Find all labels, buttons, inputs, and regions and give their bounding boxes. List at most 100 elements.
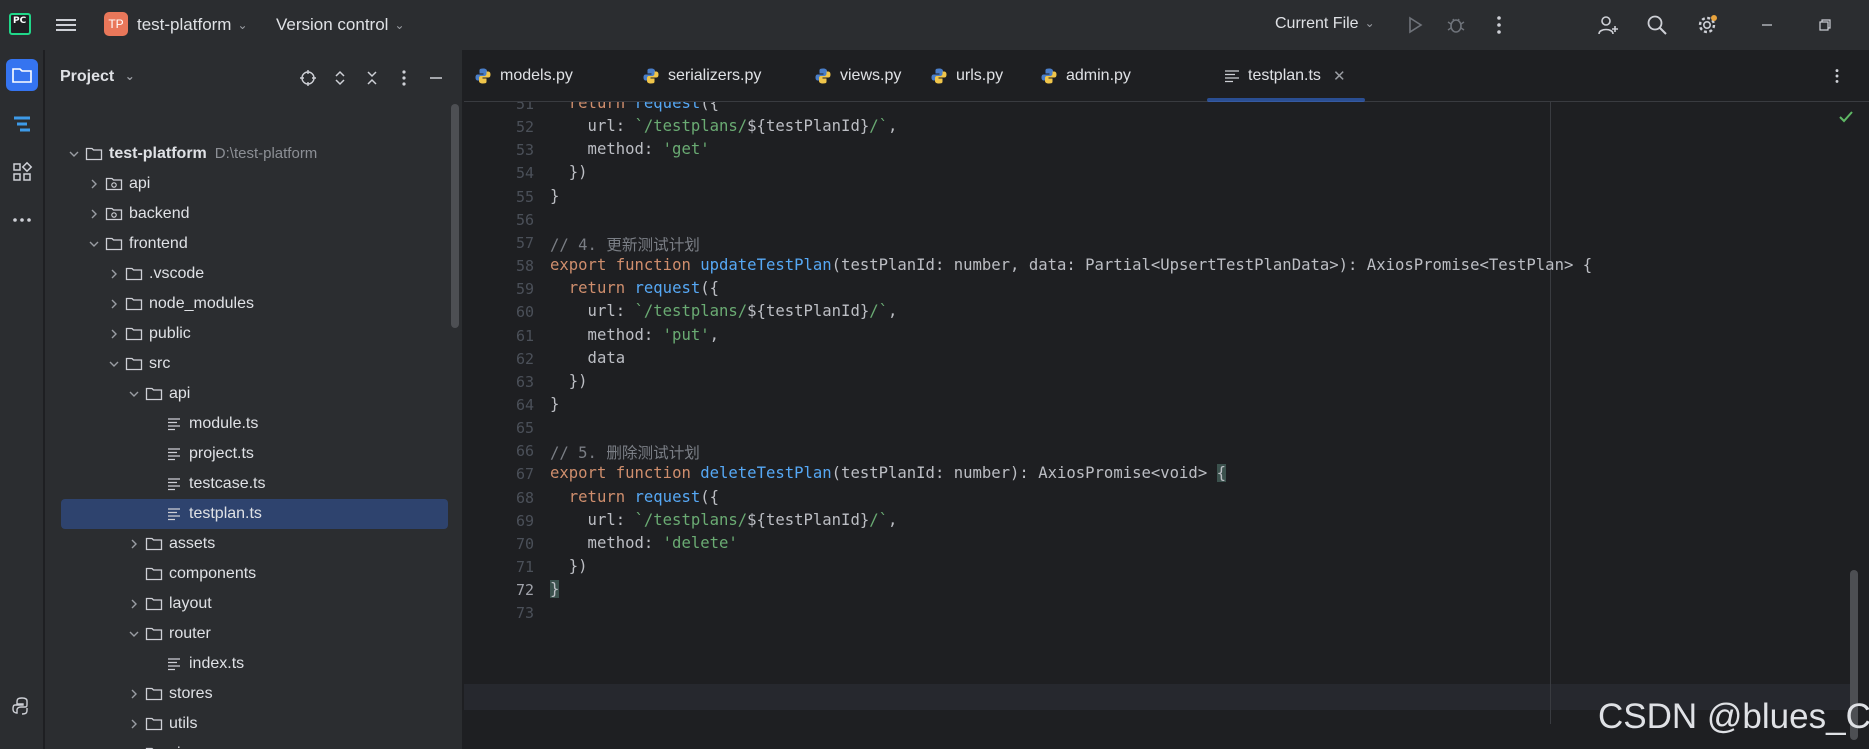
chevron-right-icon[interactable] <box>127 537 141 551</box>
tree-item-folder[interactable]: views <box>45 739 451 749</box>
run-config-selector[interactable]: Current File ⌄ <box>1275 15 1375 33</box>
chevron-down-icon[interactable] <box>87 237 101 251</box>
code-line[interactable]: return request({ <box>550 102 719 112</box>
code-line[interactable]: export function deleteTestPlan(testPlanI… <box>550 464 1226 483</box>
editor-tab[interactable]: views.py <box>814 50 901 102</box>
chevron-down-icon[interactable] <box>107 357 121 371</box>
more-horizontal-icon <box>13 218 31 222</box>
chevron-down-icon[interactable] <box>67 147 81 161</box>
code-line[interactable]: method: 'put', <box>550 326 719 344</box>
settings-icon[interactable] <box>1694 12 1720 38</box>
close-icon[interactable]: ✕ <box>1333 67 1346 85</box>
tree-item-folder[interactable]: components <box>45 559 451 589</box>
tree-item-folder[interactable]: public <box>45 319 451 349</box>
code-line[interactable]: // 5. 删除测试计划 <box>550 441 700 463</box>
version-control-menu[interactable]: Version control ⌄ <box>276 15 405 35</box>
more-vertical-icon[interactable] <box>1827 64 1847 88</box>
editor-tab[interactable]: urls.py <box>930 50 1003 102</box>
tree-item-folder[interactable]: .vscode <box>45 259 451 289</box>
code-line[interactable]: }) <box>550 163 588 181</box>
chevron-right-icon[interactable] <box>127 717 141 731</box>
tree-item-folder[interactable]: assets <box>45 529 451 559</box>
tree-item-folder[interactable]: api <box>45 169 451 199</box>
tree-item-folder[interactable]: test-platform D:\test-platform <box>45 139 451 169</box>
editor-tab[interactable]: models.py <box>474 50 573 102</box>
code-line[interactable]: url: `/testplans/${testPlanId}/`, <box>550 117 898 135</box>
more-vertical-icon[interactable] <box>1486 12 1512 38</box>
line-number: 70 <box>515 534 534 553</box>
main-menu-icon[interactable] <box>54 13 78 37</box>
project-view-selector[interactable]: Project ⌄ <box>60 68 135 86</box>
line-number: 57 <box>515 233 534 252</box>
structure-tool-button[interactable] <box>6 108 38 140</box>
tree-item-folder[interactable]: stores <box>45 679 451 709</box>
tree-item-folder[interactable]: utils <box>45 709 451 739</box>
code-line[interactable]: return request({ <box>550 279 719 297</box>
code-line[interactable]: }) <box>550 557 588 575</box>
project-badge[interactable]: TP <box>104 12 128 36</box>
tree-item-file[interactable]: testplan.ts <box>61 499 448 529</box>
locate-icon[interactable] <box>297 67 319 89</box>
code-line[interactable]: } <box>550 187 559 205</box>
chevron-right-icon[interactable] <box>127 597 141 611</box>
code-line[interactable]: }) <box>550 372 588 390</box>
tree-item-folder[interactable]: router <box>45 619 451 649</box>
chevron-right-icon[interactable] <box>107 267 121 281</box>
editor-tab-label: serializers.py <box>668 67 762 84</box>
code-line[interactable]: } <box>550 580 560 599</box>
code-line[interactable]: method: 'get' <box>550 140 710 158</box>
tree-item-folder[interactable]: node_modules <box>45 289 451 319</box>
tree-item-folder[interactable]: src <box>45 349 451 379</box>
project-scrollbar[interactable] <box>451 104 459 328</box>
tree-item-file[interactable]: testcase.ts <box>45 469 451 499</box>
editor-tab-label: views.py <box>840 67 902 84</box>
code-editor[interactable]: 51 return request({52 url: `/testplans/$… <box>464 102 1869 749</box>
expand-all-icon[interactable] <box>329 67 351 89</box>
code-line[interactable]: // 4. 更新测试计划 <box>550 233 700 255</box>
tree-item-folder[interactable]: layout <box>45 589 451 619</box>
code-line[interactable]: data <box>550 349 626 367</box>
tree-item-folder[interactable]: frontend <box>45 229 451 259</box>
editor-tab[interactable]: testplan.ts ✕ <box>1224 50 1346 102</box>
tree-item-file[interactable]: project.ts <box>45 439 451 469</box>
hide-panel-icon[interactable] <box>425 67 447 89</box>
search-icon[interactable] <box>1644 12 1670 38</box>
code-line[interactable]: export function updateTestPlan(testPlanI… <box>550 256 1592 274</box>
add-user-icon[interactable] <box>1595 12 1621 38</box>
chevron-right-icon[interactable] <box>107 327 121 341</box>
editor-tab[interactable]: admin.py <box>1040 50 1131 102</box>
code-line[interactable]: url: `/testplans/${testPlanId}/`, <box>550 511 898 529</box>
python-file-icon <box>475 68 491 84</box>
tree-item-folder[interactable]: api <box>45 379 451 409</box>
collapse-all-icon[interactable] <box>361 67 383 89</box>
more-tools-button[interactable] <box>6 204 38 236</box>
tree-item-folder[interactable]: backend <box>45 199 451 229</box>
chevron-right-icon[interactable] <box>107 297 121 311</box>
file-icon <box>165 416 183 432</box>
chevron-down-icon[interactable] <box>127 627 141 641</box>
chevron-right-icon[interactable] <box>87 207 101 221</box>
code-line[interactable]: return request({ <box>550 488 719 506</box>
plugins-tool-button[interactable] <box>6 156 38 188</box>
project-tool-button[interactable] <box>6 59 38 91</box>
chevron-down-icon[interactable] <box>127 387 141 401</box>
python-console-button[interactable] <box>6 690 38 722</box>
restore-icon[interactable] <box>1812 12 1838 38</box>
code-line[interactable]: } <box>550 395 559 413</box>
options-icon[interactable] <box>393 67 415 89</box>
no-problems-check-icon[interactable] <box>1837 108 1855 126</box>
editor-area: models.py serializers.py views.py urls.py ad… <box>464 50 1869 749</box>
tree-item-label: .vscode <box>149 265 205 282</box>
chevron-right-icon[interactable] <box>87 177 101 191</box>
run-icon[interactable] <box>1402 12 1428 38</box>
code-line[interactable]: method: 'delete' <box>550 534 738 552</box>
tree-item-file[interactable]: index.ts <box>45 649 451 679</box>
debug-icon[interactable] <box>1443 12 1469 38</box>
chevron-right-icon[interactable] <box>127 687 141 701</box>
project-selector[interactable]: test-platform ⌄ <box>137 15 248 35</box>
tree-item-file[interactable]: module.ts <box>45 409 451 439</box>
minimize-icon[interactable] <box>1754 12 1780 38</box>
folder-icon <box>145 536 163 552</box>
code-line[interactable]: url: `/testplans/${testPlanId}/`, <box>550 302 898 320</box>
editor-tab[interactable]: serializers.py <box>642 50 761 102</box>
